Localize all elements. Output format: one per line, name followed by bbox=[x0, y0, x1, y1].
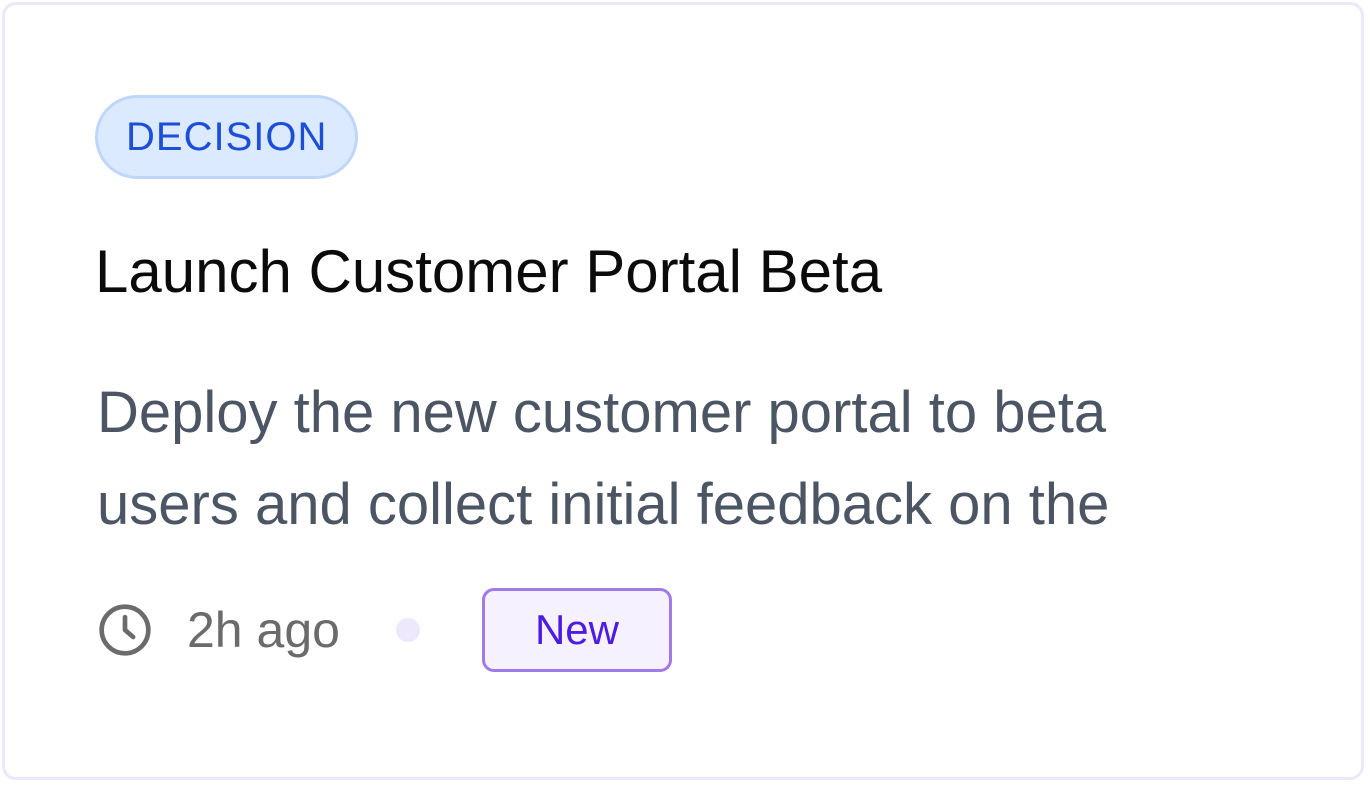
card-title: Launch Customer Portal Beta bbox=[95, 238, 883, 305]
status-badge: New bbox=[481, 588, 672, 672]
card-meta: 2h ago New bbox=[97, 585, 672, 675]
dot-separator bbox=[395, 618, 420, 642]
type-badge: DECISION bbox=[95, 95, 359, 179]
time-ago: 2h ago bbox=[187, 602, 340, 658]
card-description: Deploy the new customer portal to beta u… bbox=[97, 367, 1275, 551]
description-line-1: Deploy the new customer portal to beta bbox=[97, 380, 1107, 445]
decision-card[interactable]: DECISION Launch Customer Portal Beta Dep… bbox=[2, 2, 1364, 780]
description-line-2: users and collect initial feedback on th… bbox=[97, 472, 1110, 537]
clock-icon bbox=[99, 604, 151, 656]
